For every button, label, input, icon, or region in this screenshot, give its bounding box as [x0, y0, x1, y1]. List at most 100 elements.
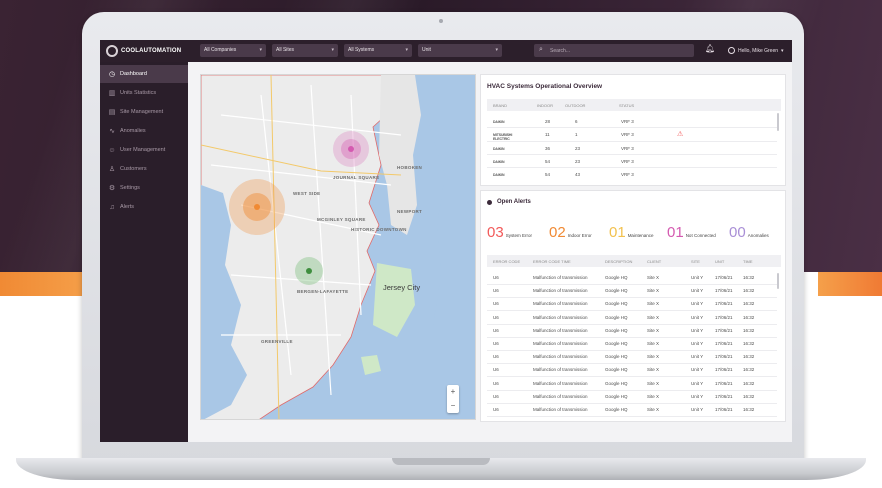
cell-code: U6	[493, 341, 499, 346]
cell-site: Site X	[647, 275, 660, 280]
liberty-state-park	[373, 263, 415, 337]
sites-map[interactable]: WEST SIDE JOURNAL SQUARE MCGINLEY SQUARE…	[200, 74, 476, 420]
status-text: VRF 3	[621, 172, 634, 177]
col-header: UNIT	[715, 259, 725, 264]
sidebar-item-label: Alerts	[120, 204, 135, 210]
sidebar-item-label: Anomalies	[120, 128, 146, 134]
row-divider	[487, 402, 777, 404]
top-bar: COOLAUTOMATION All Companies ▾ All Sites ▾…	[100, 40, 792, 62]
chevron-down-icon: ▾	[405, 47, 408, 53]
row-divider	[487, 141, 777, 142]
counter-maintenance[interactable]: 01 Maintenance	[609, 225, 653, 240]
search-input[interactable]: ⌕ Search...	[534, 44, 694, 57]
filter-sites-select[interactable]: All Sites ▾	[272, 44, 338, 57]
row-divider	[487, 297, 777, 299]
brand-logo: DAIKIN	[493, 120, 505, 124]
cell-desc: Malfunction of transmission	[533, 327, 588, 333]
filter-label: All Companies	[204, 47, 237, 53]
notifications-bell-icon[interactable]: 🔔︎	[705, 44, 715, 57]
user-menu[interactable]: Hello, Mike Green ▾	[728, 44, 784, 57]
sidebar-item-dashboard[interactable]: ◷ Dashboard	[100, 65, 188, 83]
col-header: BRAND	[493, 103, 508, 108]
outdoor-count: 23	[575, 159, 581, 164]
indoor-count: 54	[545, 159, 551, 164]
sidebar-item-label: Settings	[120, 185, 140, 191]
cell-client: Google HQ	[605, 367, 628, 373]
row-divider	[487, 154, 777, 155]
cell-desc: Malfunction of transmission	[533, 354, 588, 360]
alerts-scrollbar[interactable]	[777, 273, 779, 289]
site-marker-green[interactable]	[306, 268, 312, 274]
sidebar-item-customers[interactable]: ♙ Customers	[100, 160, 188, 178]
col-header: OUTDOOR	[565, 103, 586, 108]
cell-code: U6	[493, 393, 499, 399]
sidebar-item-label: Units Statistics	[120, 90, 157, 96]
area-label: GREENVILLE	[261, 339, 293, 344]
cell-site: Site X	[647, 314, 660, 320]
map-land-shapes	[201, 75, 475, 419]
row-divider	[487, 376, 777, 378]
counter-system-error[interactable]: 03 System Error	[487, 225, 532, 240]
outdoor-count: 23	[575, 146, 581, 151]
area-label: HISTORIC DOWNTOWN	[351, 227, 407, 232]
sidebar-item-user-management[interactable]: ☺ User Management	[100, 141, 188, 159]
cell-date: 17/06/21	[715, 380, 733, 386]
app-logo[interactable]: COOLAUTOMATION	[106, 44, 181, 58]
user-icon: ☺	[108, 146, 116, 154]
cell-site: Site X	[647, 354, 660, 360]
status-text: VRF 3	[621, 132, 634, 137]
filter-systems-select[interactable]: All Systems ▾	[344, 44, 412, 57]
filter-label: All Systems	[348, 47, 375, 53]
outdoor-count: 43	[575, 172, 581, 177]
cell-unit: Unit Y	[691, 407, 704, 412]
zoom-out-button[interactable]: −	[447, 399, 459, 413]
row-divider	[487, 363, 777, 365]
cell-desc: Malfunction of transmission	[533, 275, 588, 280]
sidebar-item-settings[interactable]: ⚙ Settings	[100, 179, 188, 197]
col-header: TIME	[743, 259, 753, 264]
search-placeholder: Search...	[550, 48, 571, 54]
status-text: VRF 3	[621, 146, 634, 151]
counter-label: Not Connected	[685, 233, 716, 238]
cell-unit: Unit Y	[691, 393, 704, 399]
zoom-in-button[interactable]: +	[447, 385, 459, 399]
cell-code: U6	[493, 288, 499, 294]
alert-icon[interactable]: ⚠	[677, 130, 683, 138]
counter-indoor-error[interactable]: 02 Indoor Error	[549, 225, 592, 240]
chevron-down-icon: ▾	[495, 47, 498, 53]
filter-label: All Sites	[276, 47, 295, 53]
filter-companies-select[interactable]: All Companies ▾	[200, 44, 266, 57]
filter-unit-select[interactable]: Unit ▾	[418, 44, 502, 57]
cell-date: 17/06/21	[715, 341, 733, 346]
user-name: Hello, Mike Green	[738, 47, 779, 54]
cell-date: 17/06/21	[715, 288, 733, 294]
cell-client: Google HQ	[605, 341, 628, 346]
brand-logo: DAIKIN	[493, 147, 505, 151]
orange-band-right	[818, 272, 882, 296]
sidebar-item-units-statistics[interactable]: ▥ Units Statistics	[100, 84, 188, 102]
status-text: VRF 3	[621, 119, 634, 124]
sidebar-item-anomalies[interactable]: ∿ Anomalies	[100, 122, 188, 140]
sidebar-item-alerts[interactable]: ♫ Alerts	[100, 198, 188, 216]
row-divider	[487, 389, 777, 391]
counter-anomalies[interactable]: 00 Anomalies	[729, 225, 769, 240]
site-marker-pink[interactable]	[348, 146, 354, 152]
overview-scrollbar[interactable]	[777, 113, 779, 131]
col-header: ERROR CODE	[493, 259, 521, 264]
cell-time: 16:32	[743, 407, 755, 412]
cell-date: 17/06/21	[715, 407, 733, 412]
cell-site: Site X	[647, 393, 660, 399]
col-header: DESCRIPTION	[605, 259, 633, 264]
cell-site: Site X	[647, 327, 660, 333]
cell-code: U6	[493, 354, 499, 360]
cell-site: Site X	[647, 380, 660, 386]
cell-date: 17/06/21	[715, 314, 733, 320]
chevron-down-icon: ▾	[259, 47, 262, 53]
site-marker-orange[interactable]	[254, 204, 260, 210]
counter-not-connected[interactable]: 01 Not Connected	[667, 225, 716, 240]
sidebar-item-site-management[interactable]: ▤ Site Management	[100, 103, 188, 121]
row-divider	[487, 416, 777, 417]
cell-client: Google HQ	[605, 407, 628, 412]
alert-dot-icon	[487, 200, 492, 205]
indoor-count: 54	[545, 172, 551, 177]
